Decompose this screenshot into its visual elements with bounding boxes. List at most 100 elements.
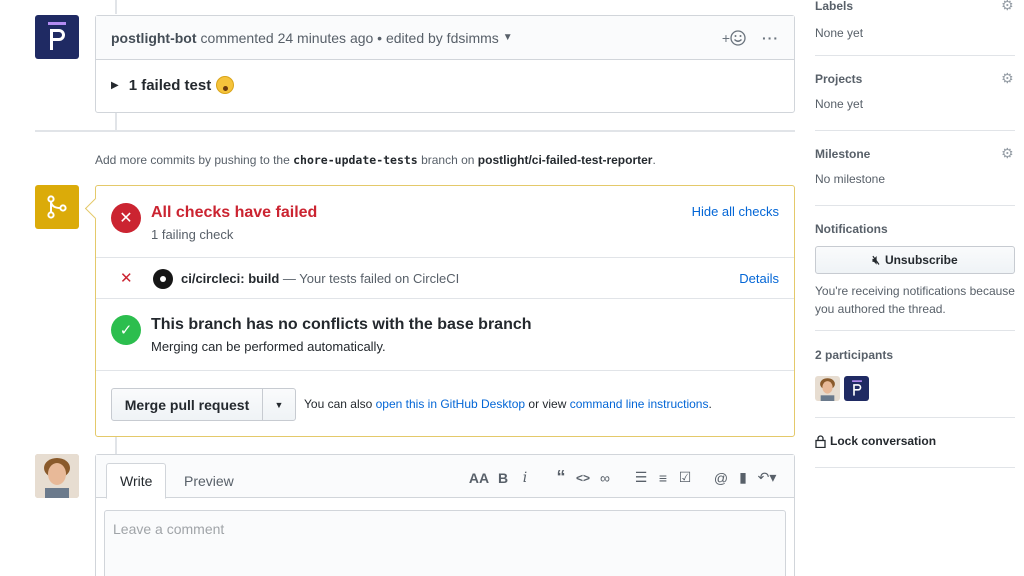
merge-or-view: or view: [528, 397, 567, 411]
comment-actions: + ···: [722, 30, 779, 46]
merge-alternatives: You can also open this in GitHub Desktop…: [304, 397, 712, 411]
notifications-heading: Notifications: [815, 222, 888, 236]
checks-summary: ✕ All checks have failed 1 failing check…: [96, 186, 794, 258]
check-name: ci/circleci: build: [181, 271, 280, 286]
text-size-icon[interactable]: AA: [466, 470, 492, 486]
labels-value: None yet: [815, 26, 864, 40]
labels-heading[interactable]: Labels: [815, 0, 1015, 13]
sidebar-labels: Labels ⚙ None yet: [815, 0, 1015, 56]
new-comment-form: Write Preview AA B i “ <> ∞ ☰ ≡ ☑ @ ▮ ↶▾…: [95, 454, 795, 576]
bookmark-icon[interactable]: ▮: [732, 469, 754, 486]
milestone-heading[interactable]: Milestone: [815, 147, 1015, 161]
task-list-icon[interactable]: ☑: [674, 469, 696, 486]
push-note-suffix: .: [652, 153, 656, 167]
participant-avatar[interactable]: [815, 376, 840, 401]
smiley-icon: [730, 29, 746, 46]
hide-all-checks-link[interactable]: Hide all checks: [692, 204, 779, 219]
open-github-desktop-link[interactable]: open this in GitHub Desktop: [376, 397, 525, 411]
comment-tabs: Write Preview AA B i “ <> ∞ ☰ ≡ ☑ @ ▮ ↶▾: [96, 455, 794, 499]
reply-icon[interactable]: ↶▾: [754, 469, 780, 486]
unsubscribe-button[interactable]: 🔇︎ Unsubscribe: [815, 246, 1015, 274]
bot-comment: postlight-bot commented 24 minutes ago •…: [95, 15, 795, 113]
merge-pull-request-button[interactable]: Merge pull request: [112, 389, 263, 420]
check-details-link[interactable]: Details: [739, 271, 779, 286]
more-options-button[interactable]: ···: [762, 30, 779, 46]
lock-icon: [815, 434, 826, 448]
comment-author-link[interactable]: postlight-bot: [111, 30, 197, 46]
mute-icon: 🔇︎: [872, 252, 880, 267]
lock-conversation-button[interactable]: Lock conversation: [815, 434, 1015, 448]
code-icon[interactable]: <>: [572, 471, 594, 485]
bold-icon[interactable]: B: [492, 470, 514, 486]
gear-icon[interactable]: ⚙: [1001, 71, 1015, 85]
disclosure-triangle-icon[interactable]: ▶: [111, 80, 119, 91]
participant-avatar[interactable]: [844, 376, 869, 401]
projects-value: None yet: [815, 97, 864, 111]
quote-icon[interactable]: “: [550, 467, 572, 488]
projects-heading[interactable]: Projects: [815, 72, 1015, 86]
mention-icon[interactable]: @: [710, 470, 732, 486]
timeline-connector: [115, 436, 117, 454]
sidebar-projects: Projects ⚙ None yet: [815, 56, 1015, 131]
tab-write[interactable]: Write: [106, 463, 167, 499]
merge-button-group: Merge pull request ▼: [111, 388, 296, 421]
circleci-icon[interactable]: [153, 269, 173, 289]
push-note-prefix: Add more commits by pushing to the: [95, 153, 290, 167]
sidebar-milestone: Milestone ⚙ No milestone: [815, 131, 1015, 206]
checks-subtitle: 1 failing check: [151, 227, 234, 242]
sidebar-lock: Lock conversation: [815, 418, 1015, 468]
postlight-logo-icon: [48, 22, 66, 50]
check-row: ✕ ci/circleci: build — Your tests failed…: [96, 258, 794, 299]
notifications-reason: You're receiving notifications because y…: [815, 284, 1015, 316]
x-icon: ✕: [111, 203, 141, 233]
conflict-status: ✓ This branch has no conflicts with the …: [96, 299, 794, 371]
branch-name: chore-update-tests: [293, 153, 418, 167]
timeline-divider: [35, 130, 795, 132]
merge-method-dropdown[interactable]: ▼: [263, 389, 295, 420]
comment-meta[interactable]: commented 24 minutes ago • edited by fds…: [201, 30, 499, 46]
postlight-logo-icon: [851, 380, 862, 396]
user-avatar[interactable]: [35, 454, 79, 498]
link-icon[interactable]: ∞: [594, 470, 616, 486]
conflict-subtitle: Merging can be performed automatically.: [151, 339, 386, 354]
bulleted-list-icon[interactable]: ☰: [630, 469, 652, 486]
gear-icon[interactable]: ⚙: [1001, 146, 1015, 160]
add-reaction-label: +: [721, 29, 730, 46]
gear-icon[interactable]: ⚙: [1001, 0, 1015, 12]
failed-test-summary[interactable]: 1 failed test: [129, 77, 212, 94]
add-reaction-button[interactable]: +: [722, 30, 746, 46]
check-description: ci/circleci: build — Your tests failed o…: [181, 271, 459, 286]
bot-avatar[interactable]: [35, 15, 79, 59]
participants-list: [815, 376, 1015, 401]
lock-conversation-label: Lock conversation: [830, 434, 937, 448]
comment-body: ▶ 1 failed test: [96, 60, 794, 110]
repo-name: postlight/ci-failed-test-reporter: [477, 153, 653, 167]
numbered-list-icon[interactable]: ≡: [652, 470, 674, 486]
sidebar-notifications: Notifications 🔇︎ Unsubscribe You're rece…: [815, 206, 1015, 331]
milestone-value: No milestone: [815, 172, 886, 186]
checks-title: All checks have failed: [151, 204, 318, 221]
comment-header: postlight-bot commented 24 minutes ago •…: [96, 16, 794, 60]
check-icon: ✓: [111, 315, 141, 345]
participants-heading: 2 participants: [815, 348, 894, 362]
sidebar: Labels ⚙ None yet Projects ⚙ None yet Mi…: [815, 0, 1015, 468]
tab-preview[interactable]: Preview: [171, 463, 247, 499]
chevron-down-icon[interactable]: ▼: [503, 32, 513, 43]
merge-also-prefix: You can also: [304, 397, 373, 411]
timeline-connector: [115, 0, 117, 14]
comment-textarea[interactable]: Leave a comment: [104, 510, 786, 576]
unsubscribe-label: Unsubscribe: [884, 253, 958, 267]
timeline-connector: [115, 112, 117, 130]
italic-icon[interactable]: i: [514, 470, 536, 486]
merge-actions: Merge pull request ▼ You can also open t…: [96, 371, 794, 435]
chevron-down-icon: ▼: [274, 399, 284, 410]
push-commits-note: Add more commits by pushing to the chore…: [95, 153, 656, 167]
user-photo-icon: [35, 454, 79, 498]
screaming-face-icon: [216, 76, 235, 94]
command-line-instructions-link[interactable]: command line instructions: [570, 397, 709, 411]
push-note-middle: branch on: [421, 153, 475, 167]
conflict-title: This branch has no conflicts with the ba…: [151, 316, 532, 333]
x-icon: ✕: [120, 270, 133, 287]
sidebar-participants: 2 participants: [815, 331, 1015, 418]
merge-status-badge: [35, 185, 79, 229]
